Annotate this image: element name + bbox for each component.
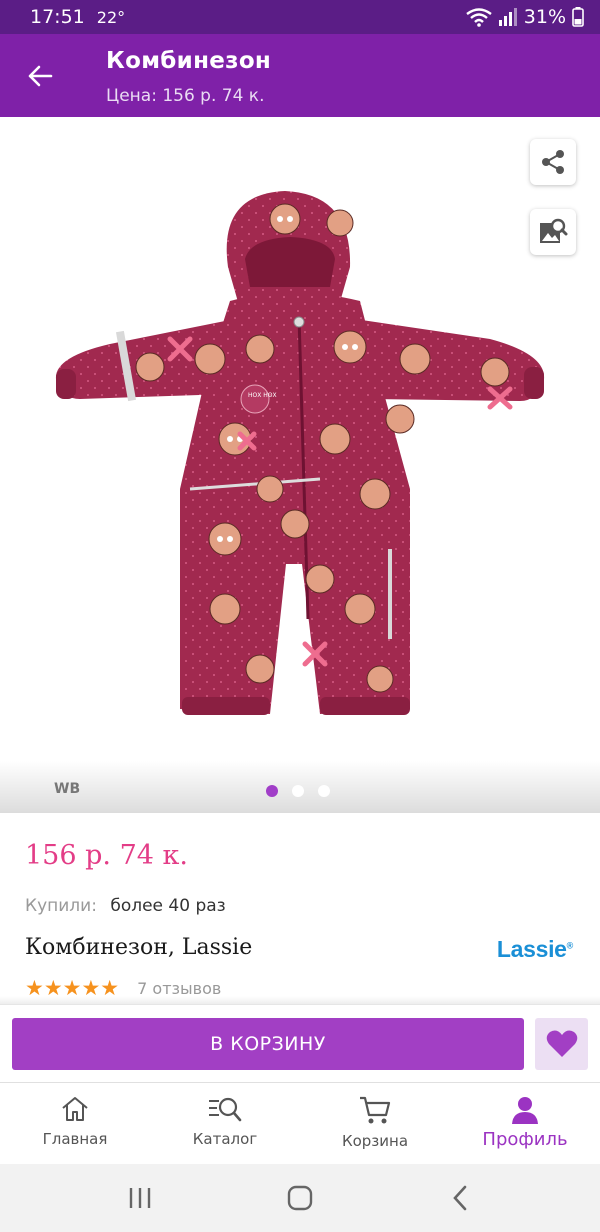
wb-watermark: WB (54, 781, 81, 797)
nav-item-catalog[interactable]: Каталог (150, 1083, 300, 1164)
app-bar: Комбинезон Цена: 156 р. 74 к. (0, 34, 600, 117)
heart-icon (546, 1030, 577, 1057)
gallery-pagination (266, 785, 330, 797)
product-screen: 17:51 22° 31% Комбинезон Цена: 156 р. 74… (0, 0, 600, 1232)
profile-icon (512, 1097, 538, 1124)
nav-item-home[interactable]: Главная (0, 1083, 150, 1164)
reviews-count[interactable]: 7 отзывов (137, 979, 221, 998)
cart-action-bar: В КОРЗИНУ (0, 1004, 600, 1082)
home-system-button[interactable] (270, 1173, 330, 1223)
status-time: 17:51 (30, 6, 85, 28)
print-text: НОХ НОХ (248, 392, 277, 399)
battery-icon (572, 7, 584, 27)
nav-label-profile: Профиль (482, 1129, 568, 1150)
image-search-button[interactable] (530, 209, 576, 255)
back-button[interactable] (18, 54, 62, 98)
product-gallery[interactable]: НОХ НОХ WB (0, 117, 600, 813)
home-circle-icon (287, 1185, 313, 1211)
recent-apps-button[interactable] (110, 1173, 170, 1223)
system-back-button[interactable] (430, 1173, 490, 1223)
chevron-left-icon (453, 1185, 467, 1211)
status-temperature: 22° (96, 7, 126, 27)
share-icon (542, 150, 564, 174)
recent-apps-icon (129, 1188, 151, 1208)
pagination-dot-2[interactable] (292, 785, 304, 797)
info-fade (0, 996, 600, 1004)
signal-icon (498, 8, 518, 26)
image-search-icon (540, 218, 568, 243)
product-image-jumpsuit[interactable]: НОХ НОХ (50, 189, 550, 729)
share-button[interactable] (530, 139, 576, 185)
nav-item-cart[interactable]: Корзина (300, 1083, 450, 1164)
brand-name: Lassie (496, 936, 567, 962)
pagination-dot-1[interactable] (266, 785, 278, 797)
nav-label-catalog: Каталог (192, 1130, 258, 1148)
status-right: 31% (466, 6, 584, 28)
brand-logo[interactable]: Lassie® (497, 936, 573, 963)
status-bar: 17:51 22° 31% (0, 0, 600, 34)
catalog-search-icon (209, 1097, 242, 1122)
add-to-cart-button[interactable]: В КОРЗИНУ (12, 1018, 524, 1070)
nav-label-home: Главная (42, 1130, 108, 1148)
product-price: 156 р. 74 к. (25, 840, 188, 871)
product-name: Комбинезон, Lassie (25, 935, 253, 960)
cart-icon (360, 1096, 391, 1124)
bought-count: Купили: более 40 раз (25, 896, 226, 916)
bought-label: Купили: (25, 896, 97, 916)
system-navigation-bar (0, 1164, 600, 1232)
bought-value: более 40 раз (110, 896, 226, 916)
bottom-navigation: Главная Каталог Корзина Профиль (0, 1082, 600, 1164)
battery-percent: 31% (523, 6, 566, 28)
favorite-button[interactable] (535, 1018, 588, 1070)
arrow-left-icon (28, 65, 53, 87)
page-subtitle-price: Цена: 156 р. 74 к. (106, 86, 265, 106)
pagination-dot-3[interactable] (318, 785, 330, 797)
home-icon (62, 1097, 88, 1121)
wifi-icon (466, 7, 492, 27)
nav-item-profile[interactable]: Профиль (450, 1083, 600, 1164)
nav-label-cart: Корзина (341, 1132, 409, 1150)
page-title: Комбинезон (106, 48, 272, 74)
